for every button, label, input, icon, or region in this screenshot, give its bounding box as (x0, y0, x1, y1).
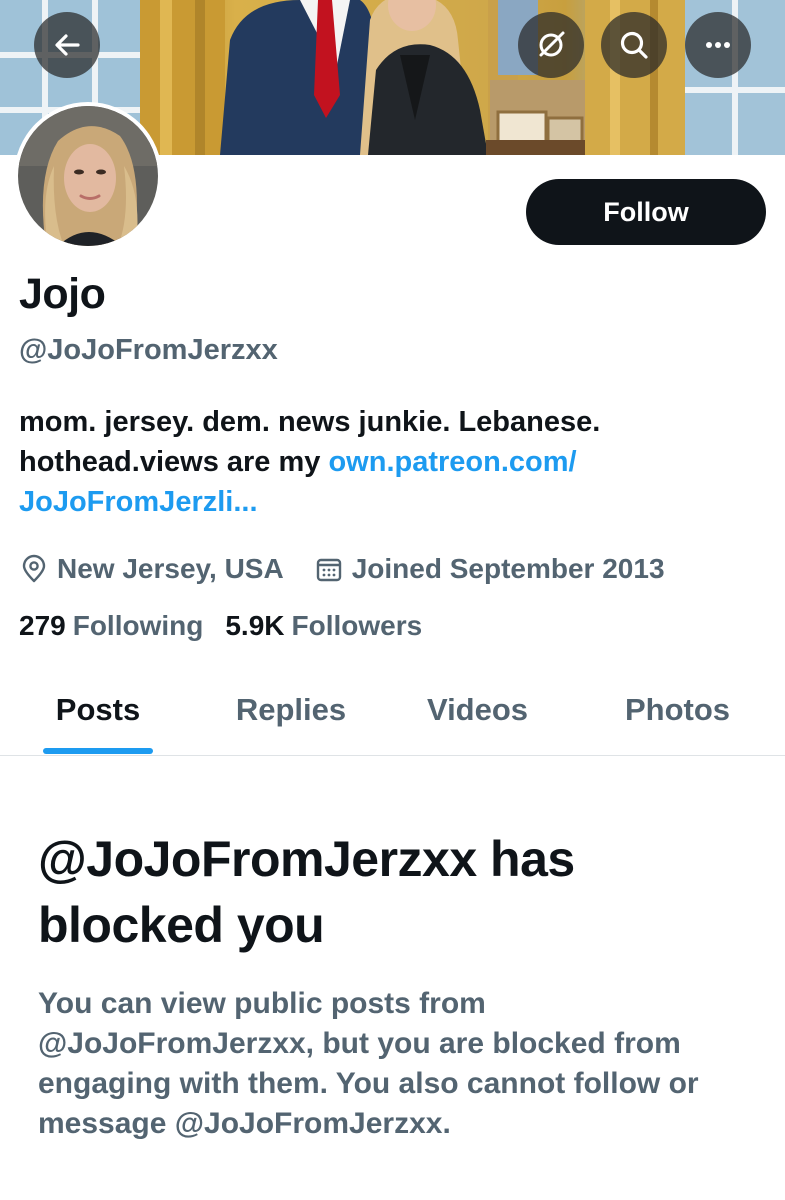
search-icon (620, 31, 648, 59)
tab-photos[interactable]: Photos (590, 665, 765, 755)
blocked-description: You can view public posts from @JoJoFrom… (38, 987, 699, 1140)
following-link[interactable]: 279 Following (19, 610, 203, 642)
join-date-text: Joined September 2013 (351, 553, 665, 584)
display-name: Jojo (19, 270, 106, 318)
active-tab-indicator (43, 748, 153, 754)
tab-posts[interactable]: Posts (20, 665, 176, 755)
user-handle: @JoJoFromJerzxx (19, 334, 278, 366)
avatar-photo (18, 106, 158, 246)
location: New Jersey, USA (19, 553, 284, 585)
grok-button[interactable] (518, 12, 584, 78)
following-count: 279 (19, 610, 66, 641)
tab-replies[interactable]: Replies (205, 665, 377, 755)
location-text: New Jersey, USA (57, 553, 284, 584)
profile-tabs: Posts Replies Videos Photos (0, 665, 785, 756)
tab-videos[interactable]: Videos (395, 665, 560, 755)
calendar-icon (316, 558, 341, 582)
avatar[interactable] (14, 102, 162, 250)
grok-icon (539, 31, 565, 57)
more-dots-icon (706, 42, 730, 48)
following-label: Following (72, 610, 204, 641)
blocked-title: @JoJoFromJerzxx has blocked you (38, 831, 575, 953)
profile-meta: New Jersey, USA Joined September 2013 (19, 549, 665, 589)
search-button[interactable] (601, 12, 667, 78)
back-button[interactable] (34, 12, 100, 78)
followers-count: 5.9K (225, 610, 285, 641)
followers-link[interactable]: 5.9K Followers (225, 610, 422, 642)
bio: mom. jersey. dem. news junkie. Lebanese.… (19, 402, 769, 522)
follow-counts: 279 Following 5.9K Followers (19, 610, 422, 642)
followers-label: Followers (291, 610, 423, 641)
join-date: Joined September 2013 (314, 553, 665, 585)
follow-button[interactable]: Follow (526, 179, 766, 245)
arrow-left-icon (55, 34, 80, 56)
more-options-button[interactable] (685, 12, 751, 78)
location-pin-icon (22, 554, 46, 583)
